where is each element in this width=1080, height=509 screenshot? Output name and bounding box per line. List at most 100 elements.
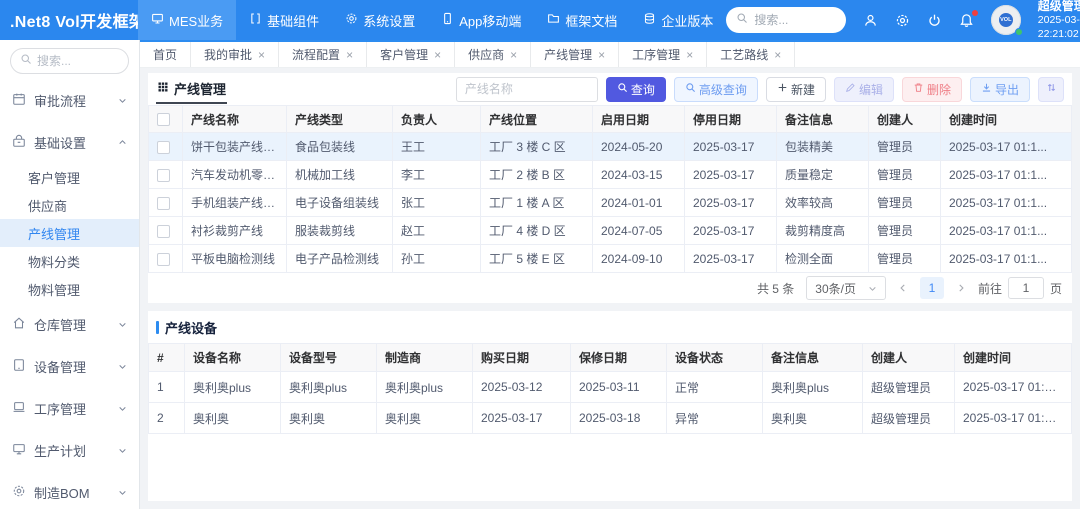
column-header: 备注信息	[776, 105, 869, 133]
tab-process-mgmt[interactable]: 工序管理 ×	[619, 42, 708, 67]
settings-gear-icon[interactable]	[895, 13, 910, 28]
pagination-bar: 共 5 条 30条/页 1 前往 页	[148, 273, 1072, 303]
chevron-down-icon	[868, 284, 877, 293]
select-all-checkbox[interactable]	[157, 113, 170, 127]
page-size-select[interactable]: 30条/页	[806, 276, 886, 300]
sidebar-item-production-plan[interactable]: 生产计划	[0, 429, 139, 471]
sidebar-item-warehouse-mgmt[interactable]: 仓库管理	[0, 303, 139, 345]
table-cell: 工厂 4 楼 D 区	[480, 216, 593, 245]
line-name-link[interactable]: 平板电脑检测线	[182, 244, 287, 273]
sidebar-item-basic-settings[interactable]: 基础设置	[0, 121, 139, 163]
table-row[interactable]: 衬衫裁剪产线 服装裁剪线 赵工 工厂 4 楼 D 区 2024-07-05 20…	[148, 216, 1072, 245]
tab-production-line-mgmt[interactable]: 产线管理 ×	[531, 42, 620, 67]
table-header-row: # 设备名称 设备型号 制造商 购买日期 保修日期 设备状态 备注信息 创建人 …	[148, 343, 1072, 372]
row-checkbox[interactable]	[157, 224, 170, 238]
line-name-filter-input[interactable]	[455, 76, 598, 102]
goto-page-input[interactable]	[1007, 277, 1044, 299]
edit-button[interactable]: 编辑	[833, 76, 894, 102]
sidebar-item-manufacturing-bom[interactable]: 制造BOM	[0, 471, 139, 509]
sidebar-item-label: 设备管理	[34, 359, 87, 375]
query-button[interactable]: 查询	[605, 76, 666, 102]
sidebar-item-production-line-mgmt[interactable]: 产线管理	[0, 219, 139, 247]
tab-process-route[interactable]: 工艺路线 ×	[707, 42, 796, 67]
devices-section-header: 产线设备	[148, 311, 1072, 343]
close-icon[interactable]: ×	[686, 49, 693, 61]
tab-customer-mgmt[interactable]: 客户管理 ×	[367, 42, 456, 67]
table-row[interactable]: 2 奥利奥 奥利奥 奥利奥 2025-03-17 2025-03-18 异常 奥…	[148, 402, 1072, 434]
tab-home[interactable]: 首页	[140, 42, 192, 67]
global-search-input[interactable]	[754, 13, 836, 27]
nav-item-label: 企业版本	[661, 13, 714, 29]
sidebar-search-input[interactable]	[37, 54, 119, 68]
sidebar-item-label: 审批流程	[34, 93, 87, 109]
close-icon[interactable]: ×	[346, 49, 353, 61]
next-page-button[interactable]	[956, 283, 966, 293]
table-row[interactable]: 饼干包装产线 2 号 食品包装线 王工 工厂 3 楼 C 区 2024-05-2…	[148, 132, 1072, 161]
row-checkbox[interactable]	[157, 140, 170, 154]
prev-page-button[interactable]	[898, 283, 908, 293]
row-checkbox[interactable]	[157, 252, 170, 266]
nav-item-basic-components[interactable]: 基础组件	[236, 0, 332, 40]
gear-icon	[12, 484, 26, 501]
chevron-up-icon	[118, 138, 127, 147]
sidebar-search[interactable]	[10, 48, 129, 74]
close-icon[interactable]: ×	[258, 49, 265, 61]
nav-item-framework-docs[interactable]: 框架文档	[534, 0, 630, 40]
table-cell: 奥利奥plus	[376, 371, 473, 403]
advanced-query-button[interactable]: 高级查询	[673, 76, 758, 102]
nav-item-system-settings[interactable]: 系统设置	[332, 0, 428, 40]
search-icon	[20, 52, 32, 70]
table-row[interactable]: 汽车发动机零部... 机械加工线 李工 工厂 2 楼 B 区 2024-03-1…	[148, 160, 1072, 189]
sidebar-item-equipment-mgmt[interactable]: 设备管理	[0, 345, 139, 387]
table-cell: 工厂 1 楼 A 区	[480, 188, 593, 217]
tab-process-config[interactable]: 流程配置 ×	[279, 42, 368, 67]
tab-supplier[interactable]: 供应商 ×	[455, 42, 532, 67]
section-accent-bar	[156, 321, 159, 334]
row-checkbox[interactable]	[157, 196, 170, 210]
nav-item-app-mobile[interactable]: App移动端	[428, 0, 534, 40]
sidebar-item-material-category[interactable]: 物料分类	[0, 247, 139, 275]
close-icon[interactable]: ×	[434, 49, 441, 61]
user-icon[interactable]	[863, 13, 878, 28]
export-button[interactable]: 导出	[969, 76, 1030, 102]
line-name-link[interactable]: 饼干包装产线 2 号	[182, 132, 287, 161]
user-menu[interactable]: 超级管理员 2025-03-25 22:21:02	[1038, 0, 1080, 41]
user-name: 超级管理员	[1037, 0, 1080, 14]
current-page-button[interactable]: 1	[919, 277, 944, 299]
column-header: 保修日期	[570, 343, 667, 372]
table-row[interactable]: 1 奥利奥plus 奥利奥plus 奥利奥plus 2025-03-12 202…	[148, 371, 1072, 403]
sidebar-item-customer-mgmt[interactable]: 客户管理	[0, 163, 139, 191]
table-row[interactable]: 平板电脑检测线 电子产品检测线 孙工 工厂 5 楼 E 区 2024-09-10…	[148, 244, 1072, 273]
nav-item-mes[interactable]: MES业务	[138, 0, 237, 40]
line-name-link[interactable]: 衬衫裁剪产线	[182, 216, 287, 245]
main-content: 首页 我的审批 × 流程配置 × 客户管理 × 供应商 × 产线管理 × 工序管理 × 工艺…	[140, 40, 1080, 509]
table-cell: 奥利奥	[184, 402, 281, 434]
power-icon[interactable]	[927, 13, 942, 28]
nav-item-enterprise-edition[interactable]: 企业版本	[630, 0, 726, 40]
line-name-link[interactable]: 手机组装产线 1 号	[182, 188, 287, 217]
table-cell: 服装裁剪线	[286, 216, 393, 245]
column-sort-button[interactable]	[1038, 76, 1064, 102]
line-name-link[interactable]: 汽车发动机零部...	[182, 160, 287, 189]
sidebar-item-approval-flow[interactable]: 审批流程	[0, 79, 139, 121]
bell-icon[interactable]	[959, 9, 978, 28]
row-checkbox[interactable]	[157, 168, 170, 182]
chevron-down-icon	[118, 362, 127, 371]
sidebar-item-material-mgmt[interactable]: 物料管理	[0, 275, 139, 303]
avatar[interactable]: VOL	[990, 5, 1023, 36]
close-icon[interactable]: ×	[598, 49, 605, 61]
column-header: 创建时间	[954, 343, 1072, 372]
section-title: 产线设备	[165, 321, 218, 336]
global-search[interactable]	[726, 7, 846, 33]
tab-my-approvals[interactable]: 我的审批 ×	[191, 42, 280, 67]
table-row[interactable]: 手机组装产线 1 号 电子设备组装线 张工 工厂 1 楼 A 区 2024-01…	[148, 188, 1072, 217]
close-icon[interactable]: ×	[774, 49, 781, 61]
table-cell: 工厂 3 楼 C 区	[480, 132, 593, 161]
sidebar-item-process-mgmt[interactable]: 工序管理	[0, 387, 139, 429]
delete-button[interactable]: 删除	[901, 76, 962, 102]
create-button[interactable]: 新建	[765, 76, 826, 102]
sidebar-item-supplier[interactable]: 供应商	[0, 191, 139, 219]
tablet-icon	[12, 358, 26, 375]
close-icon[interactable]: ×	[510, 49, 517, 61]
table-cell: 工厂 5 楼 E 区	[480, 244, 593, 273]
